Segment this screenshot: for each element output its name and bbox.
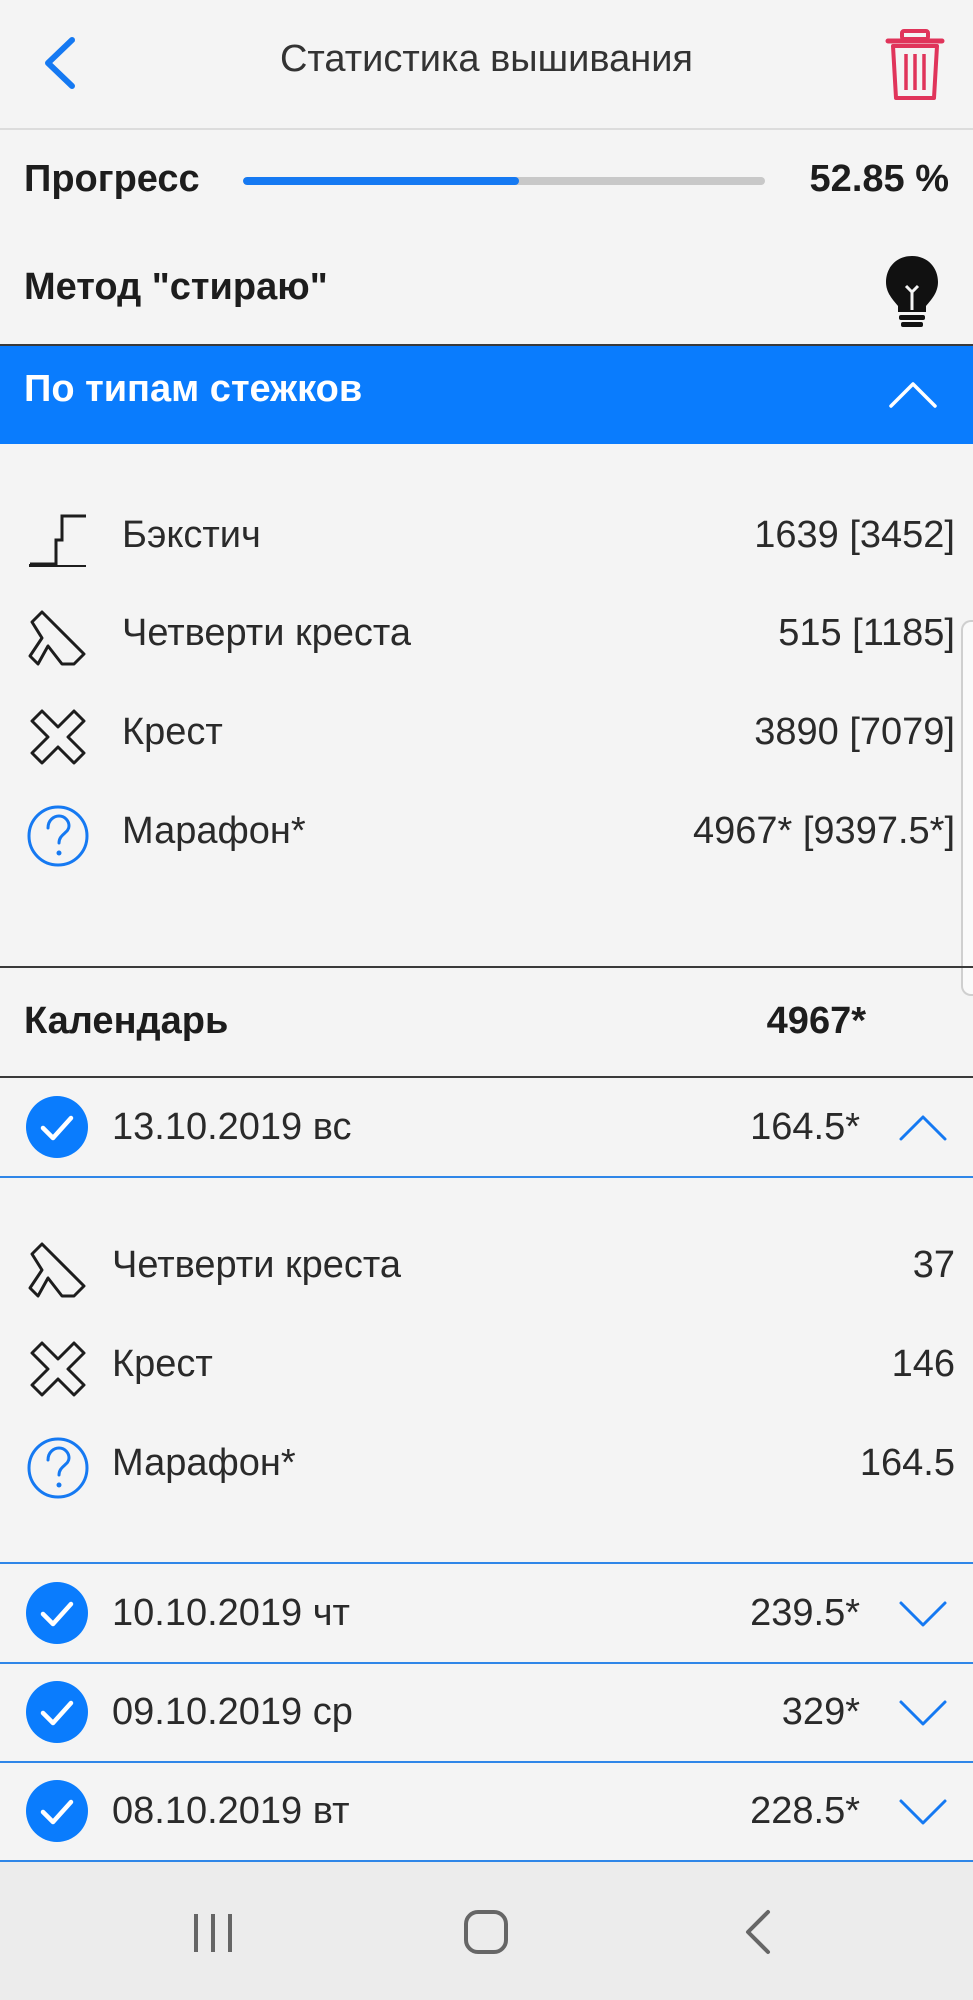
stitch-row-quarter-cross: Четверти креста 515 [1185] bbox=[0, 598, 973, 678]
section-title: По типам стежков bbox=[24, 368, 363, 410]
day-detail-row-cross: Крест 146 bbox=[0, 1329, 973, 1409]
stitch-label: Четверти креста bbox=[112, 1244, 401, 1286]
progress-label: Прогресс bbox=[24, 158, 200, 200]
calendar-day-row[interactable]: 10.10.2019 чт 239.5* bbox=[0, 1564, 973, 1664]
progress-bar-fill bbox=[243, 177, 519, 185]
quarter-cross-icon bbox=[28, 610, 86, 666]
day-date: 08.10.2019 вт bbox=[112, 1790, 350, 1832]
day-date: 10.10.2019 чт bbox=[112, 1592, 350, 1634]
calendar-total: 4967* bbox=[766, 1000, 866, 1042]
chevron-up-icon[interactable] bbox=[888, 374, 938, 414]
system-back-button[interactable] bbox=[724, 1902, 794, 1962]
stitch-label: Четверти креста bbox=[122, 612, 411, 654]
progress-bar bbox=[243, 177, 765, 185]
cross-icon bbox=[30, 709, 86, 765]
recents-icon bbox=[194, 1914, 232, 1952]
stitch-label: Марафон* bbox=[122, 810, 306, 852]
checkmark-icon bbox=[40, 1601, 74, 1627]
chevron-down-icon[interactable] bbox=[898, 1796, 948, 1826]
calendar-day-row[interactable]: 08.10.2019 вт 228.5* bbox=[0, 1762, 973, 1862]
calendar-day-row[interactable]: 13.10.2019 вс 164.5* bbox=[0, 1078, 973, 1178]
stitch-label: Марафон* bbox=[112, 1442, 296, 1484]
calendar-day-row[interactable]: 09.10.2019 ср 329* bbox=[0, 1663, 973, 1763]
stitch-label: Бэкстич bbox=[122, 514, 261, 556]
checkmark-icon bbox=[40, 1700, 74, 1726]
day-value: 164.5* bbox=[750, 1106, 860, 1148]
check-circle-icon[interactable] bbox=[26, 1681, 88, 1743]
quarter-cross-icon bbox=[28, 1242, 86, 1298]
stitch-row-marathon: Марафон* 4967* [9397.5*] bbox=[0, 796, 973, 876]
checkmark-icon bbox=[40, 1799, 74, 1825]
page-title: Статистика вышивания bbox=[279, 38, 694, 80]
check-circle-icon[interactable] bbox=[26, 1582, 88, 1644]
home-button[interactable] bbox=[451, 1902, 521, 1962]
app-bar: Статистика вышивания bbox=[0, 0, 973, 130]
system-navigation-bar bbox=[0, 1862, 973, 2000]
check-circle-icon[interactable] bbox=[26, 1096, 88, 1158]
cross-icon bbox=[30, 1341, 86, 1397]
back-icon bbox=[746, 1910, 770, 1954]
chevron-down-icon[interactable] bbox=[898, 1598, 948, 1628]
day-detail-row-marathon: Марафон* 164.5 bbox=[0, 1428, 973, 1508]
stitch-types-section-header[interactable]: По типам стежков bbox=[0, 346, 973, 444]
question-icon bbox=[27, 1437, 89, 1499]
chevron-down-icon[interactable] bbox=[898, 1697, 948, 1727]
stitch-value: 515 [1185] bbox=[778, 612, 955, 654]
day-detail-row-quarter-cross: Четверти креста 37 bbox=[0, 1230, 973, 1310]
scrollbar[interactable] bbox=[961, 620, 973, 996]
stitch-value: 164.5 bbox=[859, 1442, 955, 1484]
stitch-row-cross: Крест 3890 [7079] bbox=[0, 697, 973, 777]
stitch-row-backstitch: Бэкстич 1639 [3452] bbox=[0, 500, 973, 580]
check-circle-icon[interactable] bbox=[26, 1780, 88, 1842]
stitch-value: 4967* [9397.5*] bbox=[692, 810, 955, 852]
progress-value: 52.85 % bbox=[809, 158, 949, 200]
recents-button[interactable] bbox=[178, 1902, 248, 1962]
day-date: 09.10.2019 ср bbox=[112, 1691, 353, 1733]
stitch-value: 1639 [3452] bbox=[754, 514, 955, 556]
home-icon bbox=[464, 1910, 508, 1954]
day-value: 239.5* bbox=[750, 1592, 860, 1634]
checkmark-icon bbox=[40, 1115, 74, 1141]
stitch-value: 37 bbox=[912, 1244, 955, 1286]
day-value: 228.5* bbox=[750, 1790, 860, 1832]
divider bbox=[0, 966, 973, 968]
backstitch-icon bbox=[29, 514, 86, 567]
stitch-label: Крест bbox=[112, 1343, 213, 1385]
stitch-value: 146 bbox=[891, 1343, 955, 1385]
trash-icon bbox=[885, 29, 945, 100]
stitch-value: 3890 [7079] bbox=[754, 711, 955, 753]
calendar-title: Календарь bbox=[24, 1000, 229, 1042]
question-icon bbox=[27, 805, 89, 867]
day-date: 13.10.2019 вс bbox=[112, 1106, 352, 1148]
hint-button[interactable] bbox=[880, 252, 944, 332]
day-value: 329* bbox=[781, 1691, 860, 1733]
stitch-label: Крест bbox=[122, 711, 223, 753]
chevron-up-icon[interactable] bbox=[898, 1112, 948, 1142]
delete-button[interactable] bbox=[880, 28, 950, 102]
method-label: Метод "стираю" bbox=[24, 266, 328, 308]
lightbulb-icon bbox=[886, 256, 938, 327]
